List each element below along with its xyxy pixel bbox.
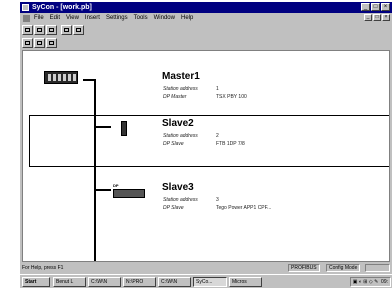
insert-slave-button[interactable] <box>34 38 45 48</box>
device-prop-label: DP Slave <box>163 205 184 211</box>
selected-device-frame <box>29 115 389 167</box>
insert-master-button[interactable] <box>22 38 33 48</box>
insert-other-button[interactable] <box>46 38 57 48</box>
status-bar: For Help, press F1 PROFIBUS Config Mode <box>20 264 392 273</box>
slave-icon <box>37 41 42 45</box>
taskbar-item[interactable]: C:\W\N <box>88 277 121 287</box>
other-icon <box>49 41 54 45</box>
new-file-button[interactable] <box>22 25 33 35</box>
app-icon <box>22 4 29 11</box>
menu-settings[interactable]: Settings <box>106 13 128 23</box>
title-bar: SyCon - [work.pb] _ □ × <box>20 2 392 13</box>
menu-insert[interactable]: Insert <box>85 13 100 23</box>
start-button[interactable]: Start <box>22 277 50 287</box>
device-prop-label: Station address <box>163 133 198 139</box>
sycon-window: SyCon - [work.pb] _ □ × File Edit View I… <box>20 2 392 288</box>
menu-file[interactable]: File <box>34 13 44 23</box>
tray-icons: ▣ ◐ ⊞ ◇ ✎ <box>352 279 382 285</box>
device-name-slave2[interactable]: Slave2 <box>162 118 194 129</box>
open-file-button[interactable] <box>34 25 45 35</box>
device-prop-label: Station address <box>163 197 198 203</box>
mdi-restore-button[interactable]: □ <box>373 14 381 21</box>
device-prop-value: 1 <box>216 86 219 92</box>
menu-bar: File Edit View Insert Settings Tools Win… <box>20 13 392 23</box>
master-device-icon[interactable] <box>44 71 78 84</box>
slave2-device-icon[interactable] <box>121 121 127 136</box>
tool-button-a[interactable] <box>61 25 72 35</box>
help-button[interactable] <box>73 25 84 35</box>
menu-window[interactable]: Window <box>154 13 175 23</box>
menu-view[interactable]: View <box>66 13 79 23</box>
minimize-button[interactable]: _ <box>361 3 370 11</box>
device-prop-value: TSX PBY 100 <box>216 94 247 100</box>
status-help-text: For Help, press F1 <box>22 265 64 271</box>
device-prop-label: Station address <box>163 86 198 92</box>
status-empty-panel <box>365 264 390 272</box>
device-prop-label: DP Slave <box>163 141 184 147</box>
status-mode: Config Mode <box>326 264 361 272</box>
document-icon[interactable] <box>23 14 30 22</box>
network-toolbar <box>20 37 58 49</box>
device-prop-value: FTB 1DP 7/8 <box>216 141 245 147</box>
help-icon <box>76 28 81 32</box>
slave3-icon-label: DP <box>113 183 119 188</box>
device-prop-label: DP Master <box>163 94 187 100</box>
master-icon <box>25 41 30 45</box>
network-canvas[interactable]: Master1 Station address 1 DP Master TSX … <box>22 50 390 262</box>
open-folder-icon <box>37 28 42 32</box>
tray-clock: 09: <box>381 279 388 285</box>
taskbar-item[interactable]: C:\W\N <box>158 277 191 287</box>
profibus-line <box>94 79 96 261</box>
figure-id-text: 562014 <box>0 28 3 63</box>
taskbar-item[interactable]: Benut L <box>53 277 86 287</box>
device-prop-value: Tego Power APP1 CPF... <box>216 205 272 211</box>
device-prop-value: 3 <box>216 197 219 203</box>
new-file-icon <box>25 28 30 32</box>
taskbar-item-active[interactable]: SyCo... <box>193 277 227 287</box>
tool-a-icon <box>64 28 69 32</box>
slave3-device-icon[interactable]: DP <box>113 183 145 198</box>
taskbar-item[interactable]: N:\PRO <box>123 277 156 287</box>
main-toolbar <box>20 24 85 36</box>
close-button[interactable]: × <box>381 3 390 11</box>
menu-edit[interactable]: Edit <box>50 13 60 23</box>
bus-connector-slave3 <box>96 189 111 191</box>
mdi-minimize-button[interactable]: _ <box>364 14 372 21</box>
figure-id: 562014 <box>0 0 20 288</box>
system-tray: ▣ ◐ ⊞ ◇ ✎ 09: <box>349 277 391 287</box>
save-icon <box>49 28 54 32</box>
device-name-slave3[interactable]: Slave3 <box>162 182 194 193</box>
window-title: SyCon - [work.pb] <box>32 4 92 11</box>
taskbar: Start Benut L C:\W\N N:\PRO C:\W\N SyCo.… <box>20 274 392 288</box>
device-prop-value: 2 <box>216 133 219 139</box>
save-button[interactable] <box>46 25 57 35</box>
menu-tools[interactable]: Tools <box>134 13 148 23</box>
bus-connector-master <box>83 79 96 81</box>
status-network: PROFIBUS <box>288 264 320 272</box>
mdi-close-button[interactable]: × <box>382 14 390 21</box>
taskbar-item[interactable]: Micros <box>229 277 262 287</box>
menu-help[interactable]: Help <box>181 13 193 23</box>
device-name-master1[interactable]: Master1 <box>162 71 200 82</box>
maximize-button[interactable]: □ <box>371 3 380 11</box>
